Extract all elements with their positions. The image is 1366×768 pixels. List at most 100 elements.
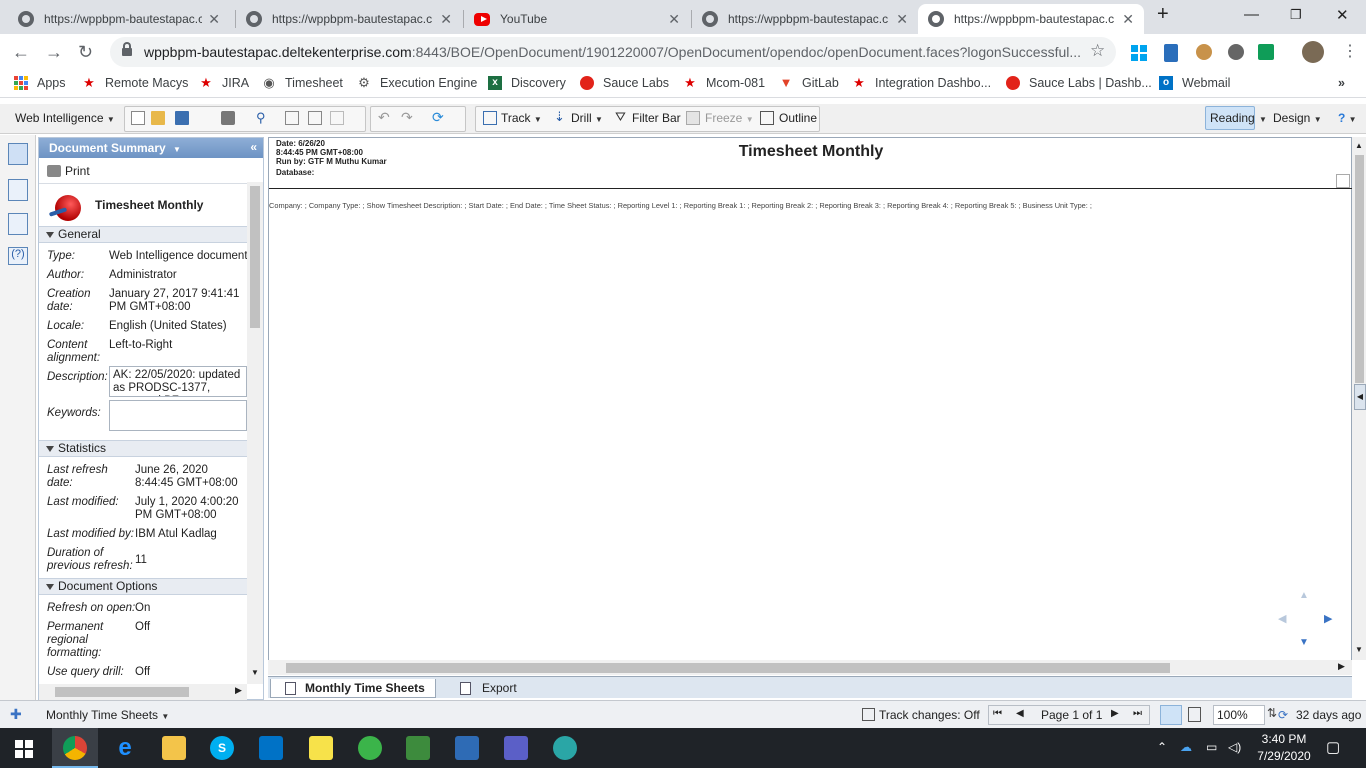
teams-icon[interactable]: [504, 736, 528, 760]
bookmarks-overflow-icon[interactable]: »: [1338, 76, 1345, 90]
minimize-button[interactable]: —: [1244, 6, 1259, 23]
history-icon[interactable]: [285, 111, 299, 125]
sheets-extension-icon[interactable]: [1258, 44, 1274, 60]
app-icon[interactable]: [553, 736, 577, 760]
expand-right-panel-icon[interactable]: ◀: [1354, 384, 1366, 410]
report-horizontal-scrollbar[interactable]: ▶: [268, 660, 1352, 675]
next-page-icon[interactable]: ▶: [1111, 708, 1119, 719]
sticky-notes-icon[interactable]: [309, 736, 333, 760]
bookmark-sauce-labs-dashboard[interactable]: Sauce Labs | Dashb...: [1006, 76, 1152, 90]
bookmark-star-icon[interactable]: ☆: [1090, 41, 1105, 61]
track-button[interactable]: Track ▼: [501, 111, 542, 125]
bookmark-apps[interactable]: Apps: [14, 76, 66, 90]
chrome-menu-icon[interactable]: ⋮: [1342, 41, 1358, 61]
clock-time[interactable]: 3:40 PM: [1254, 732, 1314, 746]
keywords-field[interactable]: [109, 400, 247, 431]
collapse-panel-icon[interactable]: «: [250, 140, 257, 154]
refresh-icon[interactable]: ⟳: [432, 109, 446, 125]
help-icon[interactable]: (?): [8, 247, 28, 265]
extension-icon[interactable]: [1228, 44, 1244, 60]
file-explorer-icon[interactable]: [162, 736, 186, 760]
scrollbar-thumb[interactable]: [1355, 155, 1364, 383]
windows-extension-icon[interactable]: [1131, 45, 1147, 61]
profile-avatar[interactable]: [1302, 41, 1324, 63]
new-tab-button[interactable]: +: [1157, 3, 1169, 26]
windows-start-icon[interactable]: [15, 740, 33, 758]
bookmark-execution-engine[interactable]: ⚙ Execution Engine: [357, 76, 477, 91]
outlook-icon[interactable]: [259, 736, 283, 760]
browser-tab[interactable]: YouTube ✕: [464, 4, 690, 34]
panel-horizontal-scrollbar[interactable]: ▶: [39, 684, 247, 700]
tab-monthly-time-sheets[interactable]: Monthly Time Sheets: [270, 679, 436, 698]
restore-button[interactable]: ❐: [1290, 7, 1302, 23]
print-button[interactable]: Print: [47, 164, 90, 178]
close-icon[interactable]: ✕: [440, 11, 452, 28]
export-icon[interactable]: [308, 111, 322, 125]
reload-button[interactable]: ↻: [78, 42, 93, 63]
previous-page-icon[interactable]: ◀: [1016, 708, 1024, 719]
close-icon[interactable]: ✕: [1122, 11, 1134, 28]
pan-right-icon[interactable]: ▶: [1324, 612, 1332, 625]
scroll-right-icon[interactable]: ▶: [1338, 661, 1345, 672]
refresh-status-icon[interactable]: ⟳: [1278, 708, 1288, 722]
pan-down-icon[interactable]: ▼: [1299, 637, 1309, 648]
scrollbar-thumb[interactable]: [250, 186, 260, 328]
scrollbar-thumb[interactable]: [55, 687, 189, 697]
general-section-header[interactable]: General: [39, 226, 247, 243]
design-mode-button[interactable]: Design ▼: [1273, 111, 1322, 125]
document-options-section-header[interactable]: Document Options: [39, 578, 247, 595]
app-icon[interactable]: [358, 736, 382, 760]
cookie-extension-icon[interactable]: [1196, 44, 1212, 60]
back-button[interactable]: ←: [12, 42, 30, 63]
browser-tab[interactable]: https://wppbpm-bautestapac.c ✕: [8, 4, 230, 34]
bookmark-webmail[interactable]: o Webmail: [1159, 76, 1230, 90]
print-icon[interactable]: [221, 111, 235, 125]
document-summary-icon[interactable]: [8, 143, 28, 165]
bookmark-integration-dashboard[interactable]: ★ Integration Dashbo...: [852, 76, 991, 91]
pan-left-icon[interactable]: ◀: [1278, 612, 1286, 625]
scroll-right-icon[interactable]: ▶: [235, 685, 242, 696]
filter-bar-button[interactable]: Filter Bar: [632, 111, 681, 125]
scrollbar-thumb[interactable]: [286, 663, 1170, 673]
navigation-map-icon[interactable]: [8, 179, 28, 201]
new-document-icon[interactable]: [131, 111, 145, 125]
forward-button[interactable]: →: [45, 42, 63, 63]
skype-icon[interactable]: S: [210, 736, 234, 760]
close-icon[interactable]: ✕: [208, 11, 220, 28]
puzzle-icon[interactable]: ✚: [10, 706, 22, 723]
report-selector[interactable]: Monthly Time Sheets ▼: [46, 708, 169, 722]
help-icon[interactable]: ? ▼: [1338, 111, 1357, 125]
close-icon[interactable]: ✕: [668, 11, 680, 28]
description-field[interactable]: AK: 22/05/2020: updated as PRODSC-1377, …: [109, 366, 247, 397]
redo-icon[interactable]: ↷: [401, 109, 415, 125]
scroll-down-icon[interactable]: ▼: [1355, 645, 1363, 654]
first-page-icon[interactable]: ⏮: [993, 708, 1002, 719]
undo-icon[interactable]: ↶: [378, 109, 392, 125]
find-icon[interactable]: ⚲: [256, 110, 270, 125]
notifications-icon[interactable]: ▢: [1326, 738, 1340, 756]
onedrive-icon[interactable]: ☁: [1180, 740, 1192, 754]
open-folder-icon[interactable]: [151, 111, 165, 125]
quick-display-mode-icon[interactable]: [1160, 705, 1182, 725]
clock-date[interactable]: 7/29/2020: [1250, 749, 1318, 763]
scroll-up-icon[interactable]: ▲: [1355, 141, 1363, 150]
chrome-icon[interactable]: [63, 736, 87, 760]
tray-overflow-icon[interactable]: ⌃: [1157, 740, 1167, 754]
statistics-section-header[interactable]: Statistics: [39, 440, 247, 457]
close-window-button[interactable]: ✕: [1336, 6, 1349, 24]
chevron-down-icon[interactable]: ▼: [1259, 111, 1267, 125]
browser-tab[interactable]: https://wppbpm-bautestapac.c ✕: [692, 4, 918, 34]
page-indicator[interactable]: Page 1 of 1: [1041, 708, 1102, 722]
save-icon[interactable]: [175, 111, 189, 125]
browser-tab[interactable]: https://wppbpm-bautestapac.c ✕: [236, 4, 462, 34]
web-intelligence-menu[interactable]: Web Intelligence ▼: [15, 111, 115, 125]
tab-export[interactable]: Export: [448, 679, 527, 698]
edge-icon[interactable]: e: [113, 736, 137, 760]
bookmark-discovery[interactable]: x Discovery: [488, 76, 566, 90]
bookmark-timesheet[interactable]: ◉ Timesheet: [262, 76, 343, 91]
volume-icon[interactable]: ◁): [1228, 740, 1241, 754]
scroll-down-icon[interactable]: ▼: [251, 668, 259, 677]
bookmark-sauce-labs[interactable]: Sauce Labs: [580, 76, 669, 90]
chevron-down-icon[interactable]: ▼: [173, 145, 181, 154]
bookmark-gitlab[interactable]: ▼ GitLab: [779, 76, 839, 91]
